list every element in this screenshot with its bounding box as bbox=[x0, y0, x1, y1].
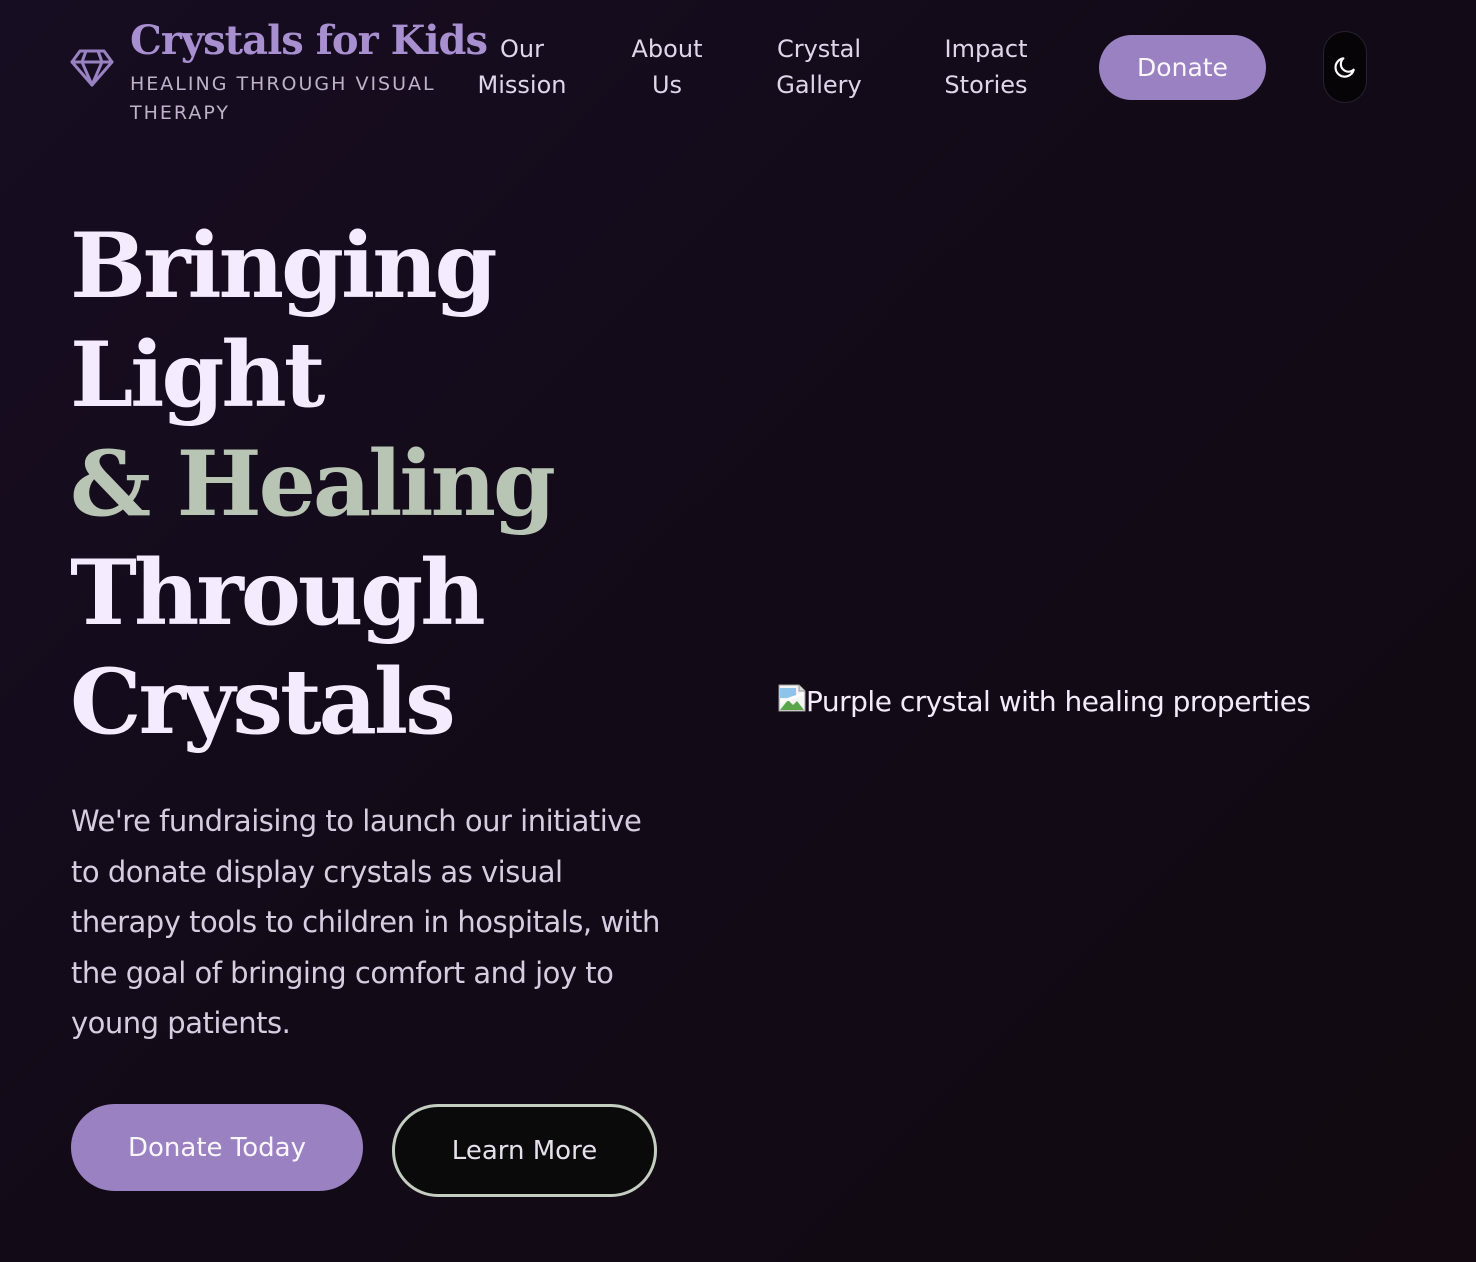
gem-icon bbox=[70, 49, 114, 87]
hero-title-accent-line: & Healing bbox=[70, 431, 556, 537]
hero-description: We're fundraising to launch our initiati… bbox=[71, 804, 660, 1040]
nav-link-crystal-gallery[interactable]: Crystal Gallery bbox=[772, 31, 866, 103]
hero-crystal-image: Purple crystal with healing properties bbox=[777, 683, 1417, 733]
hero-title-line: Light bbox=[70, 322, 325, 428]
broken-image-icon bbox=[778, 684, 806, 712]
nav-link-about-us[interactable]: About Us bbox=[626, 31, 708, 103]
hero-title-line: Crystals bbox=[70, 649, 456, 755]
donate-button[interactable]: Donate bbox=[1099, 35, 1266, 100]
brand-name: Crystals for Kids bbox=[130, 17, 488, 64]
donate-today-button[interactable]: Donate Today bbox=[71, 1104, 363, 1191]
nav-link-impact-stories[interactable]: Impact Stories bbox=[938, 31, 1034, 103]
hero-title: Bringing Light & Healing Through Crystal… bbox=[70, 212, 556, 757]
moon-icon bbox=[1334, 57, 1355, 78]
theme-toggle-button[interactable] bbox=[1323, 31, 1367, 103]
learn-more-button[interactable]: Learn More bbox=[392, 1104, 657, 1197]
hero-title-line: Through bbox=[70, 540, 486, 646]
brand-tagline: HEALING THROUGH VISUAL THERAPY bbox=[130, 73, 436, 124]
nav-link-our-mission[interactable]: Our Mission bbox=[474, 31, 570, 103]
hero-image-alt-text: Purple crystal with healing properties bbox=[806, 685, 1311, 718]
hero-title-line: Bringing bbox=[70, 213, 498, 319]
